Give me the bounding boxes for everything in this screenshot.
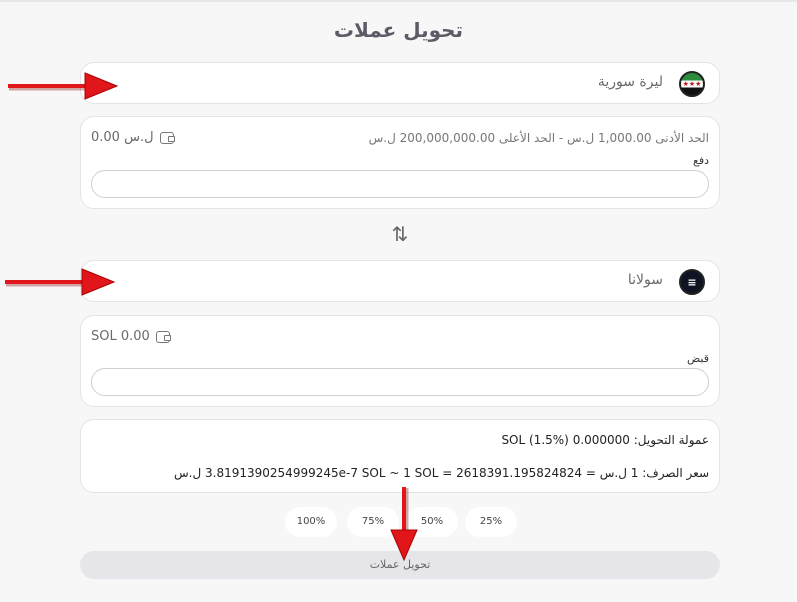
receive-amount-input[interactable]	[91, 368, 709, 396]
receive-card: SOL 0.00 قبض	[80, 315, 720, 407]
wallet-icon	[159, 131, 175, 144]
percent-100-button[interactable]: 100%	[285, 507, 337, 537]
receive-balance-value: SOL 0.00	[91, 329, 150, 344]
pay-balance-value: 0.00 ل.س	[91, 130, 154, 145]
wallet-icon	[155, 330, 171, 343]
from-currency-selector[interactable]: ★★★ ليرة سورية	[80, 62, 720, 104]
syria-flag-icon: ★★★	[679, 71, 705, 97]
pay-balance: 0.00 ل.س	[91, 130, 175, 145]
pay-label: دفع	[692, 154, 709, 167]
top-divider	[0, 0, 797, 2]
swap-icon[interactable]: ⇅	[389, 222, 411, 246]
to-currency-selector[interactable]: ≡ سولانا	[80, 260, 720, 302]
pay-amount-input[interactable]	[91, 170, 709, 198]
pay-card: الحد الأدنى 1,000.00 ل.س - الحد الأعلى 2…	[80, 116, 720, 209]
from-currency-name: ليرة سورية	[597, 74, 663, 90]
fee-text: عمولة التحويل: 0.000000 SOL (1.5%)	[501, 433, 709, 447]
to-currency-name: سولانا	[627, 272, 663, 288]
limits-text: الحد الأدنى 1,000.00 ل.س - الحد الأعلى 2…	[368, 131, 709, 145]
receive-balance: SOL 0.00	[91, 329, 171, 344]
annotation-arrow-icon	[8, 72, 119, 100]
receive-label: قبض	[686, 352, 709, 365]
page-title: تحويل عملات	[333, 18, 464, 42]
annotation-arrow-icon	[5, 268, 116, 296]
percent-25-button[interactable]: 25%	[465, 507, 517, 537]
solana-icon: ≡	[679, 269, 705, 295]
rate-text: سعر الصرف: 1 ل.س = 3.8191390254999245e-7…	[174, 466, 709, 480]
info-card: عمولة التحويل: 0.000000 SOL (1.5%) سعر ا…	[80, 419, 720, 493]
annotation-arrow-icon	[390, 487, 418, 562]
